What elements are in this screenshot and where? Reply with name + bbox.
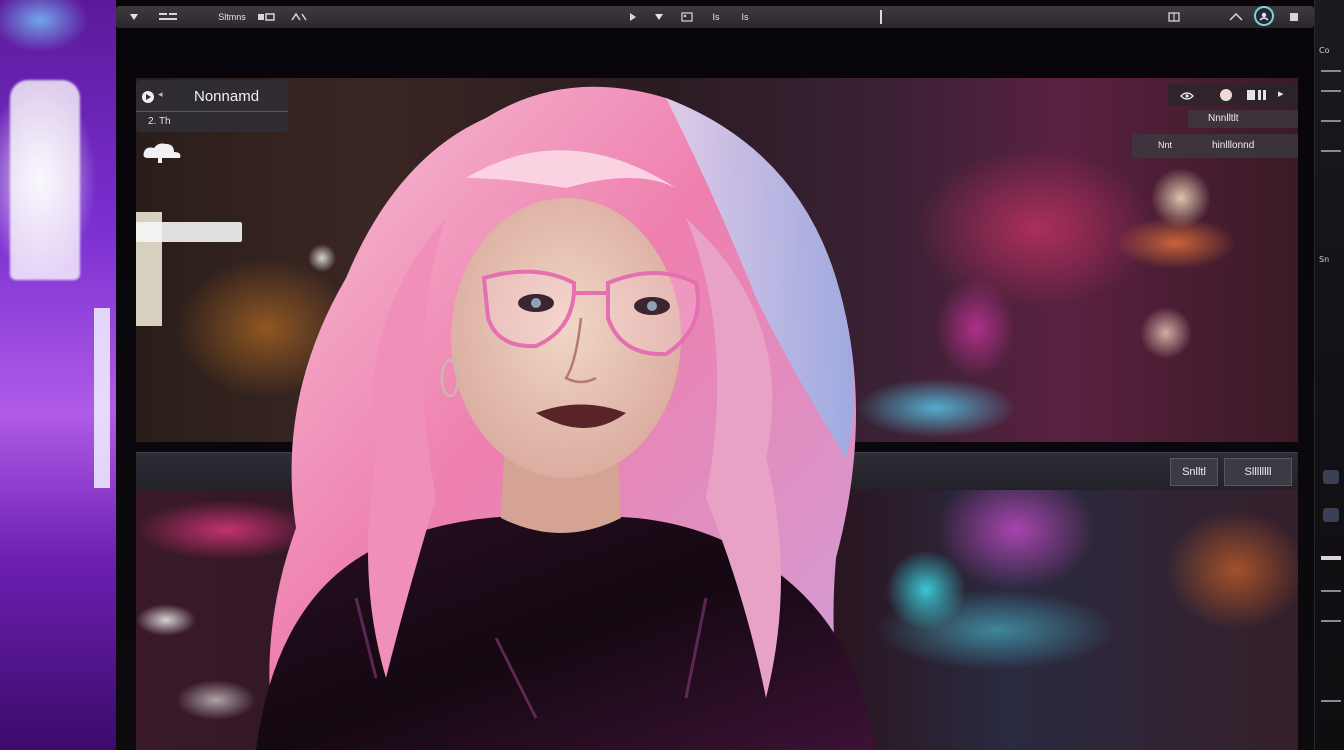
layer-subtitle: 2. Th: [148, 116, 171, 127]
right-panel-item[interactable]: [1321, 70, 1341, 72]
portrait-figure: [256, 86, 876, 750]
property-label-2a: Nnt: [1158, 140, 1173, 150]
menu-icon[interactable]: [156, 9, 182, 25]
account-icon[interactable]: [1254, 6, 1274, 26]
right-panel-item[interactable]: [1321, 590, 1341, 592]
toolbar-separator: [880, 10, 882, 24]
strip-button-2[interactable]: Sllllllll: [1224, 458, 1292, 486]
right-panel-slider[interactable]: [1321, 556, 1341, 560]
layer-name[interactable]: Nonnamd: [194, 88, 259, 105]
right-panel-item[interactable]: [1321, 150, 1341, 152]
right-panel-chip[interactable]: [1323, 470, 1339, 484]
layer-panel: ◂ Nonnamd 2. Th: [136, 80, 288, 132]
top-toolbar: Sltmns Is Is: [116, 6, 1314, 28]
toolbar-item-3[interactable]: Is: [736, 9, 754, 25]
tool-icon-2[interactable]: [288, 9, 310, 25]
layer-visibility-icon[interactable]: ◂: [158, 89, 163, 100]
toolbar-item-2[interactable]: Is: [704, 9, 728, 25]
right-panel-item[interactable]: [1321, 700, 1341, 702]
tool-icon[interactable]: [256, 9, 278, 25]
strip-button[interactable]: Snlltl: [1170, 458, 1218, 486]
right-panel-item[interactable]: [1321, 620, 1341, 622]
grid-view-icon[interactable]: [1246, 88, 1268, 106]
right-side-panel: Co Sn: [1314, 0, 1344, 750]
edit-icon[interactable]: [1226, 9, 1246, 25]
toolbar-menu-item[interactable]: Sltmns: [214, 9, 250, 25]
crop-handle-bar[interactable]: [136, 222, 242, 242]
left-light-bar: [94, 308, 110, 488]
more-icon[interactable]: ▸: [1278, 87, 1284, 100]
right-panel-item[interactable]: [1321, 120, 1341, 122]
grid-icon[interactable]: [1164, 9, 1184, 25]
eye-icon[interactable]: [1180, 88, 1194, 106]
right-panel-chip[interactable]: [1323, 508, 1339, 522]
cloud-icon[interactable]: [140, 140, 186, 164]
property-label-1: Nnnlltlt: [1208, 113, 1239, 124]
left-neon-sign: [10, 80, 80, 280]
right-panel-label-2: Sn: [1319, 255, 1330, 264]
image-icon[interactable]: [678, 9, 696, 25]
pointer-icon[interactable]: [624, 9, 642, 25]
property-label-2b: hinlllonnd: [1212, 140, 1255, 151]
right-panel-item[interactable]: [1321, 90, 1341, 92]
layer-divider: [136, 111, 288, 112]
close-icon[interactable]: [1284, 9, 1304, 25]
play-icon[interactable]: [142, 91, 154, 103]
view-controls: ▸: [1168, 84, 1298, 106]
property-row-1[interactable]: Nnnlltlt: [1188, 110, 1298, 128]
chevron-down-icon[interactable]: [126, 9, 142, 25]
property-row-2[interactable]: Nnt hinlllonnd: [1132, 134, 1298, 158]
right-panel-label: Co: [1319, 46, 1330, 55]
record-icon[interactable]: [1220, 89, 1232, 101]
arrow-down-icon[interactable]: [650, 9, 668, 25]
